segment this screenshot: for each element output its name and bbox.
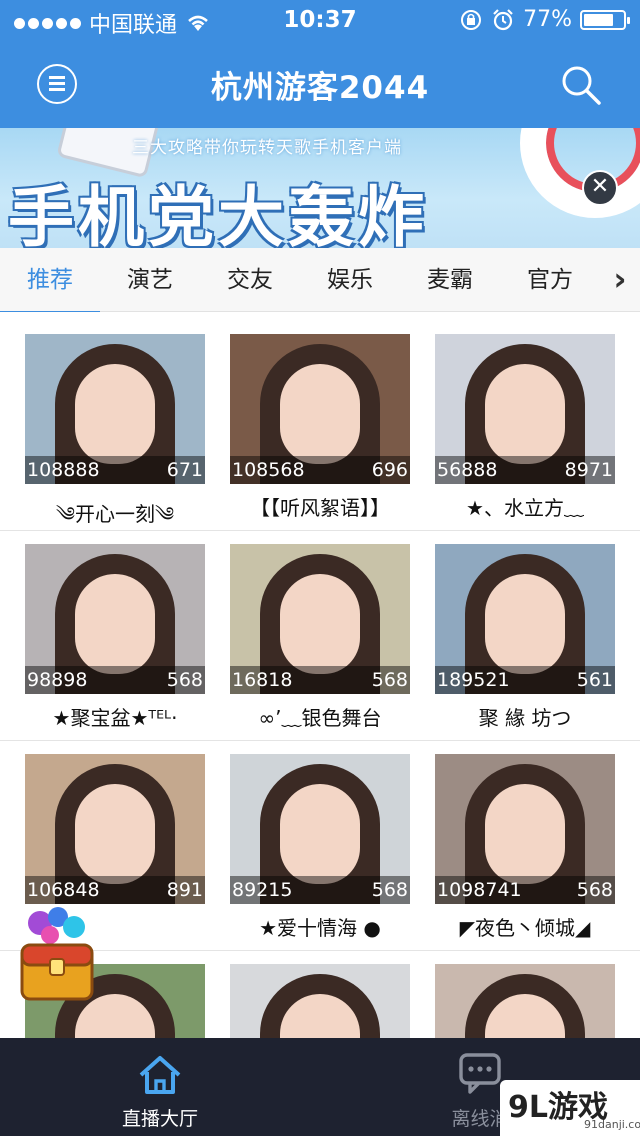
page-title: 杭州游客2044 [210, 70, 430, 106]
battery-fill [584, 13, 613, 26]
message-bubble-icon [459, 1053, 501, 1094]
battery-percent: 77% [523, 7, 572, 32]
room-thumbnail[interactable]: 189521 561 [435, 544, 615, 694]
viewer-count: 8971 [564, 459, 613, 481]
promo-banner[interactable]: 三大攻略带你玩转天歌手机客户端 手机党大轰炸 [0, 128, 640, 248]
room-name: ★聚宝盆★ᵀᴱᴸ· [52, 706, 178, 730]
banner-close-button[interactable]: ✕ [582, 170, 618, 206]
viewer-count: 568 [371, 879, 408, 901]
viewer-count: 891 [166, 879, 203, 901]
room-card[interactable]: 98898 568 ★聚宝盆★ᵀᴱᴸ· [25, 544, 205, 731]
alarm-icon [493, 8, 513, 30]
room-card[interactable] [435, 964, 615, 1038]
host-photo-face [280, 364, 360, 464]
host-photo-face [280, 574, 360, 674]
room-stats-bar: 98898 568 [25, 666, 205, 694]
room-name: ∞’﹏银色舞台 [258, 706, 382, 730]
room-stats-bar: 89215 568 [230, 876, 410, 904]
room-card[interactable]: 106848 891 [25, 754, 205, 912]
battery-icon [580, 9, 630, 30]
tab-entertainment[interactable]: 娱乐 [300, 248, 400, 312]
room-card[interactable]: 189521 561 聚 緣 坊つ [435, 544, 615, 731]
room-name: ༄开心一刻༄ [55, 502, 175, 526]
room-thumbnail[interactable] [230, 964, 410, 1038]
home-icon [139, 1056, 181, 1094]
treasure-chest-icon[interactable] [12, 905, 102, 1005]
viewer-count: 561 [576, 669, 613, 691]
room-id: 189521 [437, 669, 510, 691]
room-card[interactable]: 56888 8971 ★、水立方﹏ [435, 334, 615, 521]
room-card[interactable]: 108568 696 【【听风絮语】】 [230, 334, 410, 521]
tab-recommended[interactable]: 推荐 [0, 248, 100, 313]
viewer-count: 568 [371, 669, 408, 691]
host-photo-face [485, 364, 565, 464]
lifebuoy-illustration [520, 128, 640, 218]
room-name: 聚 緣 坊つ [478, 706, 572, 730]
room-thumbnail[interactable]: 98898 568 [25, 544, 205, 694]
room-id: 16818 [232, 669, 293, 691]
app-header: 杭州游客2044 [0, 40, 640, 128]
tab-friends[interactable]: 交友 [200, 248, 300, 312]
room-id: 56888 [437, 459, 498, 481]
viewer-count: 696 [371, 459, 408, 481]
host-photo-face [75, 574, 155, 674]
room-thumbnail[interactable]: 1098741 568 [435, 754, 615, 904]
host-photo-face [485, 784, 565, 884]
status-right: 77% [459, 7, 630, 32]
room-thumbnail[interactable]: 108568 696 [230, 334, 410, 484]
room-name: ★爱十情海 ● [259, 916, 381, 940]
room-card[interactable]: 1098741 568 ◤夜色丶倾城◢ [435, 754, 615, 941]
host-photo-face [280, 784, 360, 884]
site-watermark: 9L游戏 91danji.com [500, 1080, 640, 1136]
banner-headline: 手机党大轰炸 [8, 179, 428, 248]
nav-live-hall-label: 直播大厅 [121, 1108, 198, 1130]
room-stats-bar: 1098741 568 [435, 876, 615, 904]
room-card[interactable] [230, 964, 410, 1038]
nav-live-hall[interactable]: 直播大厅 [0, 1038, 320, 1136]
room-stats-bar: 16818 568 [230, 666, 410, 694]
room-id: 98898 [27, 669, 88, 691]
room-id: 108568 [232, 459, 305, 481]
room-stats-bar: 189521 561 [435, 666, 615, 694]
room-thumbnail[interactable]: 89215 568 [230, 754, 410, 904]
room-name: ★、水立方﹏ [466, 496, 584, 520]
room-id: 108888 [27, 459, 100, 481]
viewer-count: 568 [576, 879, 613, 901]
viewer-count: 671 [166, 459, 203, 481]
room-card[interactable]: 89215 568 ★爱十情海 ● [230, 754, 410, 941]
host-photo-face [75, 784, 155, 884]
host-photo-face [75, 364, 155, 464]
viewer-count: 568 [166, 669, 203, 691]
bottom-nav: 直播大厅 离线消 9L游戏 91danji.com [0, 1038, 640, 1136]
room-thumbnail[interactable]: 16818 568 [230, 544, 410, 694]
host-photo-face [485, 574, 565, 674]
room-card[interactable]: 16818 568 ∞’﹏银色舞台 [230, 544, 410, 731]
room-name: 【【听风絮语】】 [250, 496, 390, 520]
room-name: ◤夜色丶倾城◢ [459, 916, 591, 940]
room-thumbnail[interactable]: 108888 671 [25, 334, 205, 484]
room-id: 1098741 [437, 879, 522, 901]
watermark-domain: 91danji.com [584, 1118, 640, 1131]
room-stats-bar: 108568 696 [230, 456, 410, 484]
tab-performance[interactable]: 演艺 [100, 248, 200, 312]
room-thumbnail[interactable] [435, 964, 615, 1038]
tab-official[interactable]: 官方 [500, 248, 600, 312]
room-thumbnail[interactable]: 106848 891 [25, 754, 205, 904]
banner-subtitle: 三大攻略带你玩转天歌手机客户端 [132, 138, 402, 158]
room-stats-bar: 56888 8971 [435, 456, 615, 484]
room-stats-bar: 108888 671 [25, 456, 205, 484]
room-card[interactable]: 108888 671 ༄开心一刻༄ [25, 334, 205, 548]
category-tabs: 推荐 演艺 交友 娱乐 麦霸 官方 › [0, 248, 640, 313]
rotation-lock-icon [461, 9, 482, 30]
room-stats-bar: 106848 891 [25, 876, 205, 904]
status-bar: 中国联通 10:37 77% [0, 0, 640, 40]
search-icon[interactable] [560, 64, 602, 106]
room-thumbnail[interactable]: 56888 8971 [435, 334, 615, 484]
row-divider [0, 740, 640, 741]
room-id: 106848 [27, 879, 100, 901]
room-id: 89215 [232, 879, 293, 901]
tab-karaoke[interactable]: 麦霸 [400, 248, 500, 312]
chevron-right-icon[interactable]: › [600, 248, 640, 312]
